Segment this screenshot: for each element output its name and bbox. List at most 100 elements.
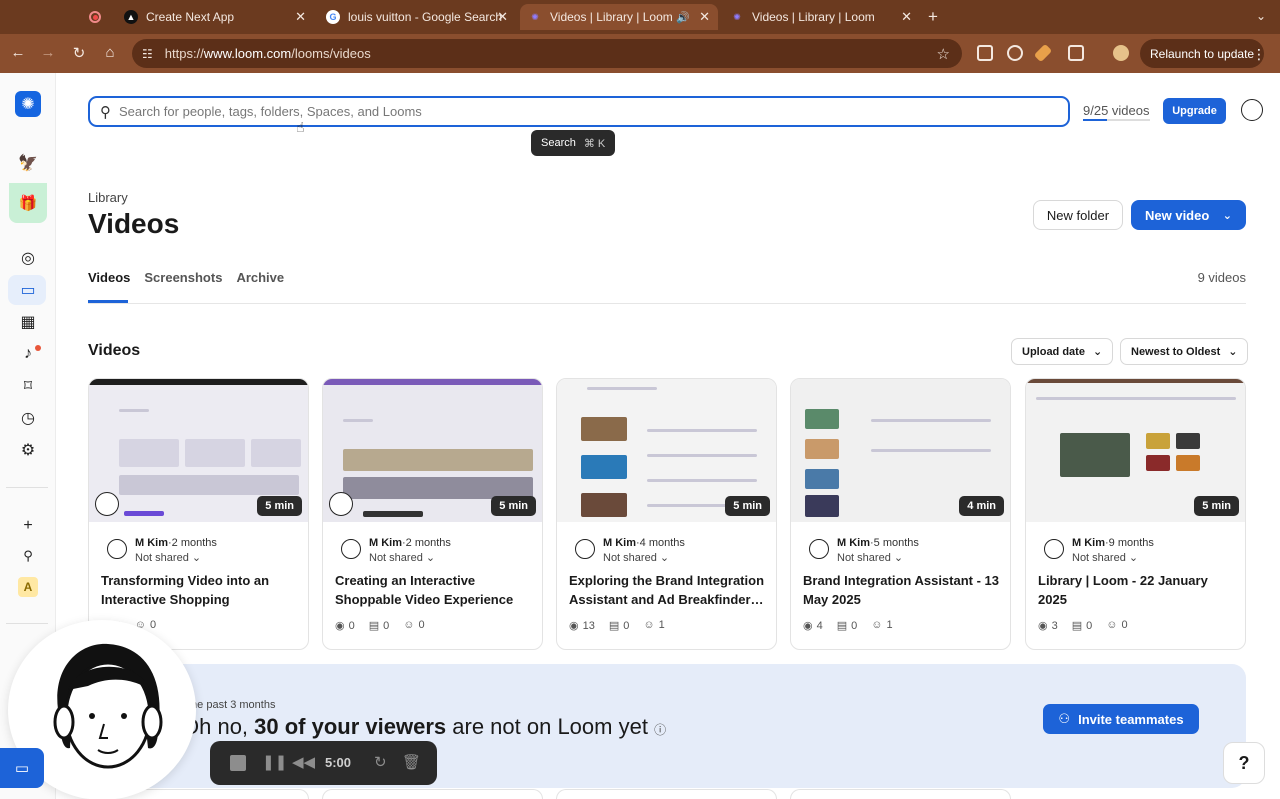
- rewind-icon[interactable]: ◀◀: [292, 753, 315, 771]
- video-author: M Kim·2 months: [135, 537, 217, 549]
- invite-teammates-button[interactable]: ⚇ Invite teammates: [1043, 704, 1199, 734]
- workspace-switcher[interactable]: 🦅 🎁: [9, 143, 47, 223]
- close-tab-icon[interactable]: ✕: [497, 9, 508, 25]
- video-age: ·2 months: [402, 537, 451, 549]
- video-duration-badge: 4 min: [959, 496, 1004, 516]
- restart-icon[interactable]: ↻: [374, 753, 387, 771]
- reactions-count: 1: [658, 619, 665, 631]
- back-icon[interactable]: ←: [8, 44, 28, 61]
- video-card-peek[interactable]: [322, 789, 543, 799]
- close-tab-icon[interactable]: ✕: [901, 9, 912, 25]
- settings-gear-icon[interactable]: ⚙: [17, 439, 39, 461]
- new-tab-icon[interactable]: +: [928, 7, 938, 27]
- video-usage-count[interactable]: 9/25 videos: [1083, 103, 1150, 118]
- video-card-peek[interactable]: [790, 789, 1011, 799]
- video-duration-badge: 5 min: [257, 496, 302, 516]
- stop-recording-button[interactable]: [230, 755, 246, 771]
- sharing-status-dropdown[interactable]: Not shared ⌄: [837, 551, 903, 564]
- new-folder-button[interactable]: New folder: [1033, 200, 1123, 230]
- home-icon[interactable]: ⌂: [100, 44, 120, 61]
- profile-icon[interactable]: ◎: [17, 247, 39, 269]
- banner-head-suffix: are not on Loom yet: [446, 714, 648, 739]
- audio-playing-icon[interactable]: 🔊: [676, 11, 690, 24]
- video-card[interactable]: 5 min M Kim·2 months Not shared ⌄ Creati…: [322, 378, 543, 650]
- comments-count: 0: [851, 620, 858, 632]
- info-icon[interactable]: ⓘ: [654, 723, 666, 737]
- tab-videos[interactable]: Videos: [88, 270, 130, 285]
- gift-icon[interactable]: 🎁: [9, 183, 47, 223]
- workspace-logo-icon[interactable]: 🦅: [9, 143, 47, 183]
- address-bar[interactable]: ☷ https://www.loom.com/looms/videos ☆: [132, 39, 962, 68]
- smiley-icon: ☺: [403, 619, 415, 631]
- close-tab-icon[interactable]: ✕: [699, 9, 710, 25]
- url-text[interactable]: https://www.loom.com/looms/videos: [165, 46, 371, 61]
- video-thumbnail[interactable]: 5 min: [89, 379, 308, 522]
- library-icon[interactable]: ▭: [17, 279, 39, 301]
- video-title[interactable]: Exploring the Brand Integration Assistan…: [569, 571, 765, 609]
- bookmark-icon[interactable]: ⌑: [17, 375, 39, 397]
- tab-archive[interactable]: Archive: [236, 270, 284, 285]
- close-tab-icon[interactable]: ✕: [295, 9, 306, 25]
- reactions-stat: ☺ 0: [1106, 619, 1127, 632]
- history-clock-icon[interactable]: ◷: [17, 407, 39, 429]
- video-card[interactable]: 5 min M Kim·9 months Not shared ⌄ Librar…: [1025, 378, 1246, 650]
- video-thumbnail[interactable]: 5 min: [323, 379, 542, 522]
- search-icon[interactable]: ⚲: [17, 545, 39, 567]
- new-video-label: New video: [1145, 207, 1210, 223]
- video-thumbnail[interactable]: 4 min: [791, 379, 1010, 522]
- upgrade-button[interactable]: Upgrade: [1163, 98, 1226, 124]
- sharing-status-dropdown[interactable]: Not shared ⌄: [135, 551, 201, 564]
- site-info-icon[interactable]: ☷: [142, 47, 153, 61]
- video-card[interactable]: 5 min M Kim·2 months Not shared ⌄ Transf…: [88, 378, 309, 650]
- camera-toggle-button[interactable]: ▭: [0, 748, 44, 788]
- sort-field-dropdown[interactable]: Upload date ⌄: [1011, 338, 1114, 365]
- loom-logo-icon[interactable]: ✺: [15, 91, 41, 117]
- browser-tab-loom-active[interactable]: ✺ Videos | Library | Loom 🔊 ✕: [520, 4, 718, 30]
- video-card-peek[interactable]: [556, 789, 777, 799]
- browser-tab-loom[interactable]: ✺ Videos | Library | Loom ✕: [722, 4, 920, 30]
- global-search-bar[interactable]: ⚲: [88, 96, 1070, 127]
- video-card[interactable]: 4 min M Kim·5 months Not shared ⌄ Brand …: [790, 378, 1011, 650]
- bookmark-star-icon[interactable]: ☆: [937, 45, 950, 63]
- browser-tab-create-next-app[interactable]: ▲ Create Next App ✕: [116, 4, 314, 30]
- reload-icon[interactable]: ↻: [69, 44, 89, 62]
- forward-icon[interactable]: →: [38, 44, 58, 61]
- add-icon[interactable]: +: [17, 515, 39, 537]
- video-title[interactable]: Library | Loom - 22 January 2025: [1038, 571, 1234, 609]
- new-video-button[interactable]: New video ⌄: [1131, 200, 1246, 230]
- sharing-status-dropdown[interactable]: Not shared ⌄: [369, 551, 435, 564]
- relaunch-to-update-button[interactable]: Relaunch to update: [1140, 39, 1265, 68]
- workspace-avatar-a[interactable]: A: [18, 577, 38, 597]
- sharing-status-dropdown[interactable]: Not shared ⌄: [1072, 551, 1138, 564]
- profile-avatar-icon[interactable]: [1113, 45, 1129, 61]
- extension-notion-icon[interactable]: [977, 45, 993, 61]
- video-title[interactable]: Brand Integration Assistant - 13 May 202…: [803, 571, 999, 609]
- extension-pencil-icon[interactable]: [1033, 43, 1053, 63]
- tab-screenshots[interactable]: Screenshots: [144, 270, 222, 285]
- views-count: 3: [1051, 620, 1058, 632]
- video-thumbnail[interactable]: 5 min: [557, 379, 776, 522]
- sharing-status-dropdown[interactable]: Not shared ⌄: [603, 551, 669, 564]
- video-card[interactable]: 5 min M Kim·4 months Not shared ⌄ Explor…: [556, 378, 777, 650]
- video-title[interactable]: Transforming Video into an Interactive S…: [101, 571, 297, 609]
- video-title[interactable]: Creating an Interactive Shoppable Video …: [335, 571, 531, 609]
- breadcrumb[interactable]: Library: [88, 190, 128, 205]
- browser-menu-icon[interactable]: ⋮: [1252, 46, 1266, 63]
- user-avatar[interactable]: [1241, 99, 1263, 121]
- sharing-status-label: Not shared: [135, 552, 189, 564]
- chevron-down-icon[interactable]: ⌄: [1223, 209, 1232, 222]
- banner-headline: Oh no, 30 of your viewers are not on Loo…: [182, 714, 666, 740]
- video-thumbnail[interactable]: 5 min: [1026, 379, 1245, 522]
- browser-tab-google-search[interactable]: G louis vuitton - Google Search ✕: [318, 4, 516, 30]
- extensions-puzzle-icon[interactable]: [1068, 45, 1084, 61]
- search-input[interactable]: [119, 104, 1019, 119]
- help-button[interactable]: ?: [1223, 742, 1265, 784]
- video-stats: ◉ 4 ▤ 0 ☺ 1: [803, 619, 893, 632]
- extension-capture-icon[interactable]: [1007, 45, 1023, 61]
- pause-icon[interactable]: ❚❚: [262, 753, 287, 771]
- sort-order-dropdown[interactable]: Newest to Oldest ⌄: [1120, 338, 1249, 365]
- tab-search-chevron-icon[interactable]: ⌄: [1256, 9, 1266, 23]
- video-usage-fill: [1083, 119, 1108, 121]
- delete-trash-icon[interactable]: 🗑: [402, 753, 421, 771]
- calendar-icon[interactable]: ▦: [17, 311, 39, 333]
